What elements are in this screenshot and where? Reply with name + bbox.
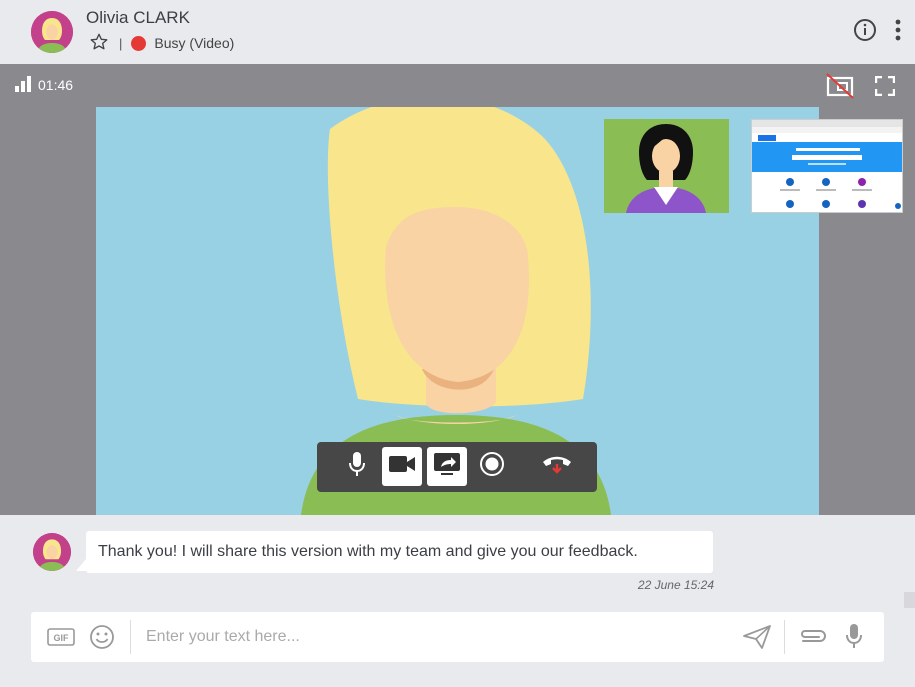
gif-icon[interactable]: GIF — [47, 628, 75, 651]
send-icon[interactable] — [742, 624, 772, 655]
hide-self-view-icon[interactable] — [825, 73, 855, 104]
share-screen-button[interactable] — [427, 447, 467, 486]
screen-share-preview[interactable] — [751, 119, 903, 213]
svg-text:GIF: GIF — [54, 633, 70, 643]
contact-avatar[interactable] — [31, 11, 73, 53]
more-options-icon[interactable] — [895, 19, 901, 46]
call-timer: 01:46 — [38, 77, 74, 93]
attachment-icon[interactable] — [797, 624, 829, 655]
message-bubble-tail — [76, 559, 86, 571]
message-sender-avatar[interactable] — [33, 533, 71, 571]
message-bubble: Thank you! I will share this version wit… — [86, 531, 713, 573]
status-separator: | — [119, 35, 123, 51]
screen-share-icon — [433, 452, 461, 481]
hang-up-icon — [541, 453, 573, 480]
composer-divider-right — [784, 620, 785, 654]
video-camera-icon — [388, 454, 416, 479]
contact-status-row: | Busy (Video) — [89, 33, 234, 53]
video-call-toolbar: 01:46 — [0, 64, 915, 107]
record-button[interactable] — [472, 447, 512, 486]
signal-strength-icon — [15, 76, 33, 97]
info-icon[interactable] — [853, 18, 877, 47]
busy-status-dot — [131, 35, 147, 51]
mute-microphone-button[interactable] — [337, 447, 377, 486]
call-controls — [317, 442, 597, 492]
favorite-star-icon[interactable] — [89, 32, 109, 55]
chat-panel: Thank you! I will share this version wit… — [0, 515, 915, 687]
message-input[interactable] — [146, 625, 726, 649]
emoji-icon[interactable] — [89, 624, 115, 655]
voice-message-icon[interactable] — [845, 623, 863, 654]
record-icon — [479, 451, 505, 482]
contact-header: Olivia CLARK | Busy (Video) — [0, 0, 915, 64]
self-view-video[interactable] — [604, 119, 729, 213]
composer-divider — [130, 620, 131, 654]
toggle-camera-button[interactable] — [382, 447, 422, 486]
video-area — [0, 107, 915, 515]
message-timestamp: 22 June 15:24 — [637, 578, 714, 592]
microphone-icon — [348, 451, 366, 482]
message-composer: GIF — [31, 612, 884, 662]
fullscreen-icon[interactable] — [874, 75, 896, 101]
status-text: Busy (Video) — [154, 35, 235, 51]
contact-name: Olivia CLARK — [86, 8, 190, 27]
hang-up-button[interactable] — [537, 447, 577, 486]
chat-scrollbar[interactable] — [904, 592, 915, 608]
